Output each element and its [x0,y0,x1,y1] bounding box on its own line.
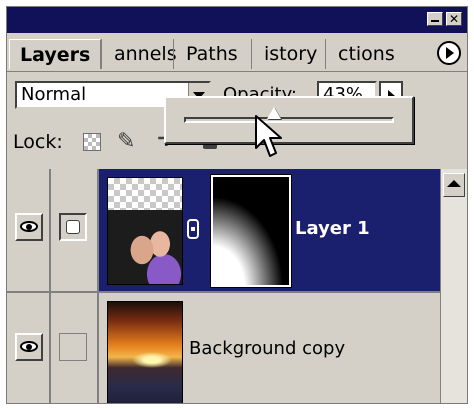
blend-mode-value: Normal [21,84,87,105]
opacity-slider-popup [164,96,414,144]
close-icon[interactable]: ✕ [446,12,462,26]
title-bar: ✕ [7,7,467,33]
link-toggle[interactable] [59,333,87,361]
tab-history[interactable]: istory [251,39,323,69]
visibility-cell [7,169,51,291]
scroll-up-icon[interactable] [443,173,465,197]
layer-row[interactable]: Background copy [7,293,441,403]
tab-channels-label: annels [114,43,177,65]
layers-list: Layer 1 Background copy [7,169,441,403]
minimize-icon[interactable] [427,12,443,26]
layer-mask-icon[interactable] [59,213,87,241]
opacity-slider-track[interactable] [184,117,394,123]
tab-paths-label: Paths [186,43,238,65]
tab-paths[interactable]: Paths [173,39,249,69]
layer-thumbnail[interactable] [107,177,183,285]
layer-row[interactable]: Layer 1 [7,169,441,293]
panel-menu-icon[interactable] [437,41,461,65]
tab-layers-label: Layers [20,44,91,66]
eye-icon [20,341,38,352]
scrollbar[interactable] [440,169,467,403]
layers-panel: ✕ Layers annels Paths istory ctions Norm… [6,6,468,404]
tab-bar: Layers annels Paths istory ctions [7,33,467,72]
mouse-cursor-icon [255,115,282,157]
eye-icon [20,221,38,232]
layer-thumbnail[interactable] [107,301,183,403]
visibility-cell [7,293,51,403]
lock-transparency-icon[interactable] [83,133,101,151]
transparency-checkerboard [108,178,182,210]
tab-actions-label: ctions [338,43,395,65]
layer-content[interactable]: Background copy [99,293,441,403]
layer-name: Background copy [189,338,346,359]
visibility-toggle[interactable] [15,333,43,361]
tab-layers[interactable]: Layers [9,39,101,69]
edit-target-cell [51,293,99,403]
visibility-toggle[interactable] [15,213,43,241]
layer-content[interactable]: Layer 1 [99,169,441,291]
link-icon[interactable] [187,219,199,239]
tab-actions[interactable]: ctions [325,39,409,69]
tab-history-label: istory [264,43,318,65]
lock-label: Lock: [13,131,63,153]
edit-target-cell [51,169,99,291]
layer-name: Layer 1 [295,218,370,239]
mask-thumbnail[interactable] [210,174,292,288]
tab-channels[interactable]: annels [101,39,177,69]
lock-paint-icon[interactable]: ✎ [117,129,135,154]
